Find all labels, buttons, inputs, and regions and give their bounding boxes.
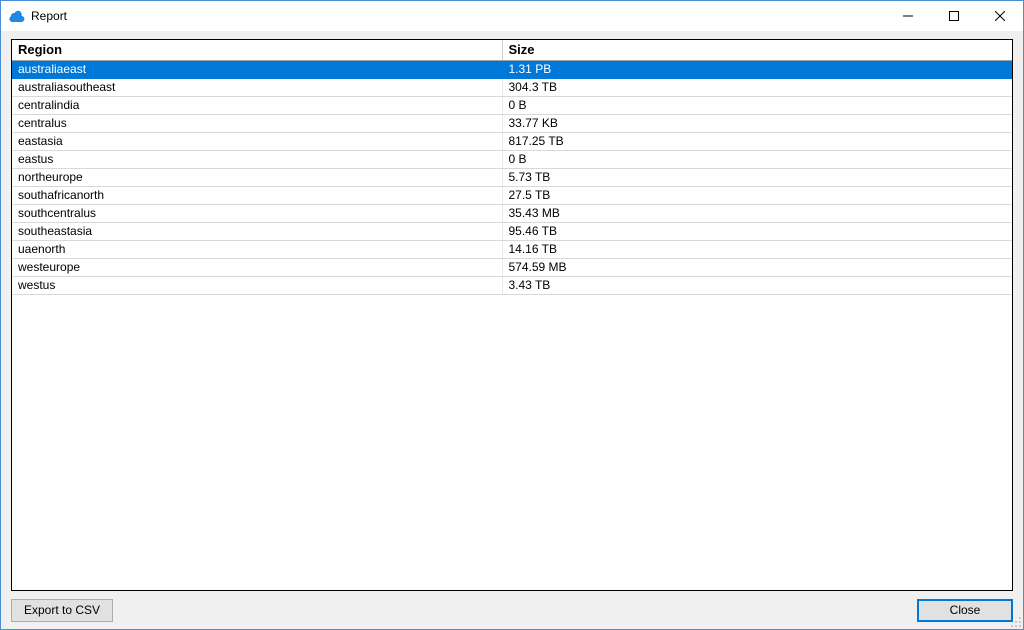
- window-title: Report: [31, 9, 67, 23]
- table-row[interactable]: uaenorth14.16 TB: [12, 241, 1012, 259]
- titlebar[interactable]: Report: [1, 1, 1023, 31]
- column-header-region[interactable]: Region: [12, 40, 502, 61]
- cell-size: 5.73 TB: [502, 169, 1012, 187]
- table-row[interactable]: eastus0 B: [12, 151, 1012, 169]
- cell-region: centralindia: [12, 97, 502, 115]
- cell-region: southafricanorth: [12, 187, 502, 205]
- cell-region: southcentralus: [12, 205, 502, 223]
- cell-region: centralus: [12, 115, 502, 133]
- close-window-button[interactable]: [977, 1, 1023, 31]
- table-row[interactable]: centralus33.77 KB: [12, 115, 1012, 133]
- report-grid[interactable]: Region Size australiaeast1.31 PBaustrali…: [11, 39, 1013, 591]
- cloud-icon: [9, 8, 25, 24]
- export-csv-button[interactable]: Export to CSV: [11, 599, 113, 622]
- cell-size: 304.3 TB: [502, 79, 1012, 97]
- table-row[interactable]: southeastasia95.46 TB: [12, 223, 1012, 241]
- cell-size: 1.31 PB: [502, 61, 1012, 79]
- cell-size: 3.43 TB: [502, 277, 1012, 295]
- cell-region: uaenorth: [12, 241, 502, 259]
- cell-region: northeurope: [12, 169, 502, 187]
- cell-region: australiaeast: [12, 61, 502, 79]
- table-row[interactable]: northeurope5.73 TB: [12, 169, 1012, 187]
- table-row[interactable]: eastasia817.25 TB: [12, 133, 1012, 151]
- cell-region: eastus: [12, 151, 502, 169]
- close-button[interactable]: Close: [917, 599, 1013, 622]
- table-row[interactable]: australiasoutheast304.3 TB: [12, 79, 1012, 97]
- cell-size: 0 B: [502, 151, 1012, 169]
- table-row[interactable]: australiaeast1.31 PB: [12, 61, 1012, 79]
- resize-grip-icon[interactable]: [1010, 616, 1022, 628]
- client-area: Region Size australiaeast1.31 PBaustrali…: [1, 31, 1023, 629]
- column-header-row[interactable]: Region Size: [12, 40, 1012, 61]
- cell-region: southeastasia: [12, 223, 502, 241]
- cell-size: 27.5 TB: [502, 187, 1012, 205]
- cell-size: 33.77 KB: [502, 115, 1012, 133]
- cell-size: 95.46 TB: [502, 223, 1012, 241]
- table-row[interactable]: southafricanorth27.5 TB: [12, 187, 1012, 205]
- cell-size: 574.59 MB: [502, 259, 1012, 277]
- table-row[interactable]: westus3.43 TB: [12, 277, 1012, 295]
- cell-region: westeurope: [12, 259, 502, 277]
- cell-region: westus: [12, 277, 502, 295]
- minimize-button[interactable]: [885, 1, 931, 31]
- maximize-button[interactable]: [931, 1, 977, 31]
- cell-size: 817.25 TB: [502, 133, 1012, 151]
- report-window: Report Region Size: [0, 0, 1024, 630]
- cell-region: eastasia: [12, 133, 502, 151]
- table-row[interactable]: southcentralus35.43 MB: [12, 205, 1012, 223]
- cell-size: 14.16 TB: [502, 241, 1012, 259]
- column-header-size[interactable]: Size: [502, 40, 1012, 61]
- cell-size: 35.43 MB: [502, 205, 1012, 223]
- cell-size: 0 B: [502, 97, 1012, 115]
- table-row[interactable]: centralindia0 B: [12, 97, 1012, 115]
- table-row[interactable]: westeurope574.59 MB: [12, 259, 1012, 277]
- button-row: Export to CSV Close: [11, 591, 1013, 623]
- cell-region: australiasoutheast: [12, 79, 502, 97]
